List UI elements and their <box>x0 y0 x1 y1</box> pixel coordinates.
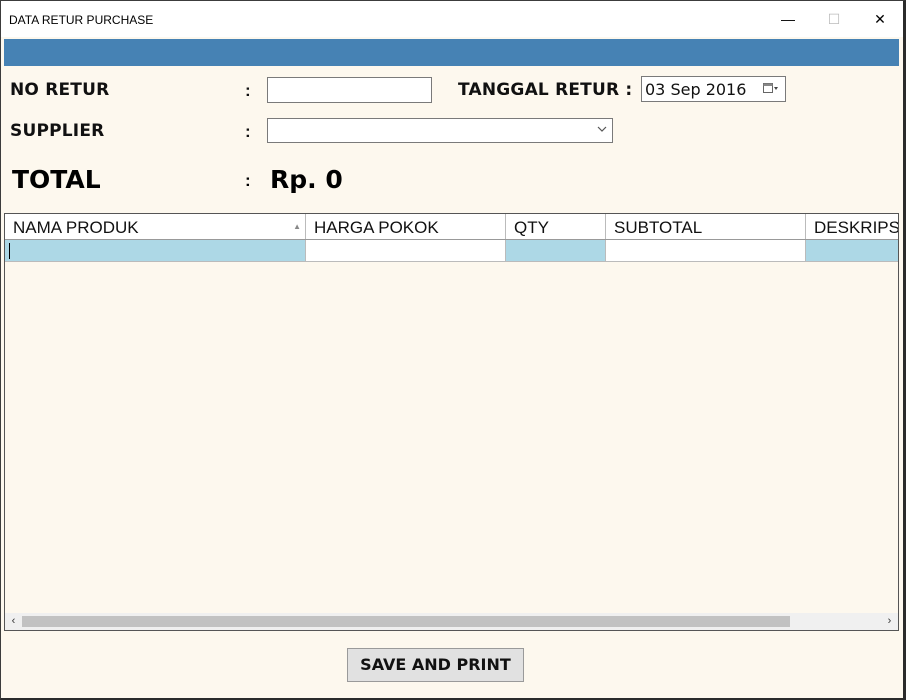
calendar-icon[interactable] <box>763 83 779 97</box>
total-label: TOTAL <box>12 165 101 194</box>
products-grid[interactable]: NAMA PRODUK ▲ HARGA POKOK QTY SUBTOTAL D… <box>4 213 899 631</box>
tanggal-retur-label: TANGGAL RETUR : <box>458 80 633 100</box>
cell-harga-pokok[interactable] <box>306 240 506 262</box>
grid-header: NAMA PRODUK ▲ HARGA POKOK QTY SUBTOTAL D… <box>5 214 898 240</box>
chevron-down-icon[interactable] <box>596 123 608 138</box>
header-bar <box>4 39 899 66</box>
column-header-harga-pokok[interactable]: HARGA POKOK <box>306 214 506 239</box>
cell-qty[interactable] <box>506 240 606 262</box>
scroll-left-icon[interactable]: ‹ <box>5 613 22 630</box>
scroll-right-icon[interactable]: › <box>881 613 898 630</box>
column-header-nama-produk[interactable]: NAMA PRODUK ▲ <box>5 214 306 239</box>
title-bar: DATA RETUR PURCHASE — ☐ ✕ <box>1 1 903 37</box>
close-button[interactable]: ✕ <box>857 1 903 37</box>
window-title: DATA RETUR PURCHASE <box>9 13 154 27</box>
maximize-button[interactable]: ☐ <box>811 1 857 37</box>
tanggal-retur-value: 03 Sep 2016 <box>645 80 747 99</box>
no-retur-input[interactable] <box>267 77 432 103</box>
supplier-colon: : <box>245 122 251 141</box>
text-cursor <box>9 243 10 259</box>
main-window: DATA RETUR PURCHASE — ☐ ✕ NO RETUR : TAN… <box>0 0 906 700</box>
supplier-label: SUPPLIER <box>10 121 105 141</box>
supplier-select[interactable] <box>267 118 613 143</box>
sort-ascending-icon: ▲ <box>293 222 301 231</box>
column-header-qty[interactable]: QTY <box>506 214 606 239</box>
cell-nama-produk[interactable] <box>5 240 306 262</box>
cell-deskripsi[interactable] <box>806 240 898 262</box>
scrollbar-thumb[interactable] <box>22 616 790 627</box>
column-header-subtotal[interactable]: SUBTOTAL <box>606 214 806 239</box>
table-row[interactable] <box>5 240 898 262</box>
horizontal-scrollbar[interactable]: ‹ › <box>5 613 898 630</box>
no-retur-colon: : <box>245 81 251 100</box>
minimize-button[interactable]: — <box>765 1 811 37</box>
save-and-print-button[interactable]: SAVE AND PRINT <box>347 648 524 682</box>
column-header-label: NAMA PRODUK <box>13 218 139 237</box>
total-value: Rp. 0 <box>270 165 343 194</box>
cell-subtotal[interactable] <box>606 240 806 262</box>
no-retur-label: NO RETUR <box>10 80 110 100</box>
total-colon: : <box>245 171 251 190</box>
column-header-deskripsi[interactable]: DESKRIPSI <box>806 214 898 239</box>
tanggal-retur-picker[interactable]: 03 Sep 2016 <box>641 76 786 102</box>
